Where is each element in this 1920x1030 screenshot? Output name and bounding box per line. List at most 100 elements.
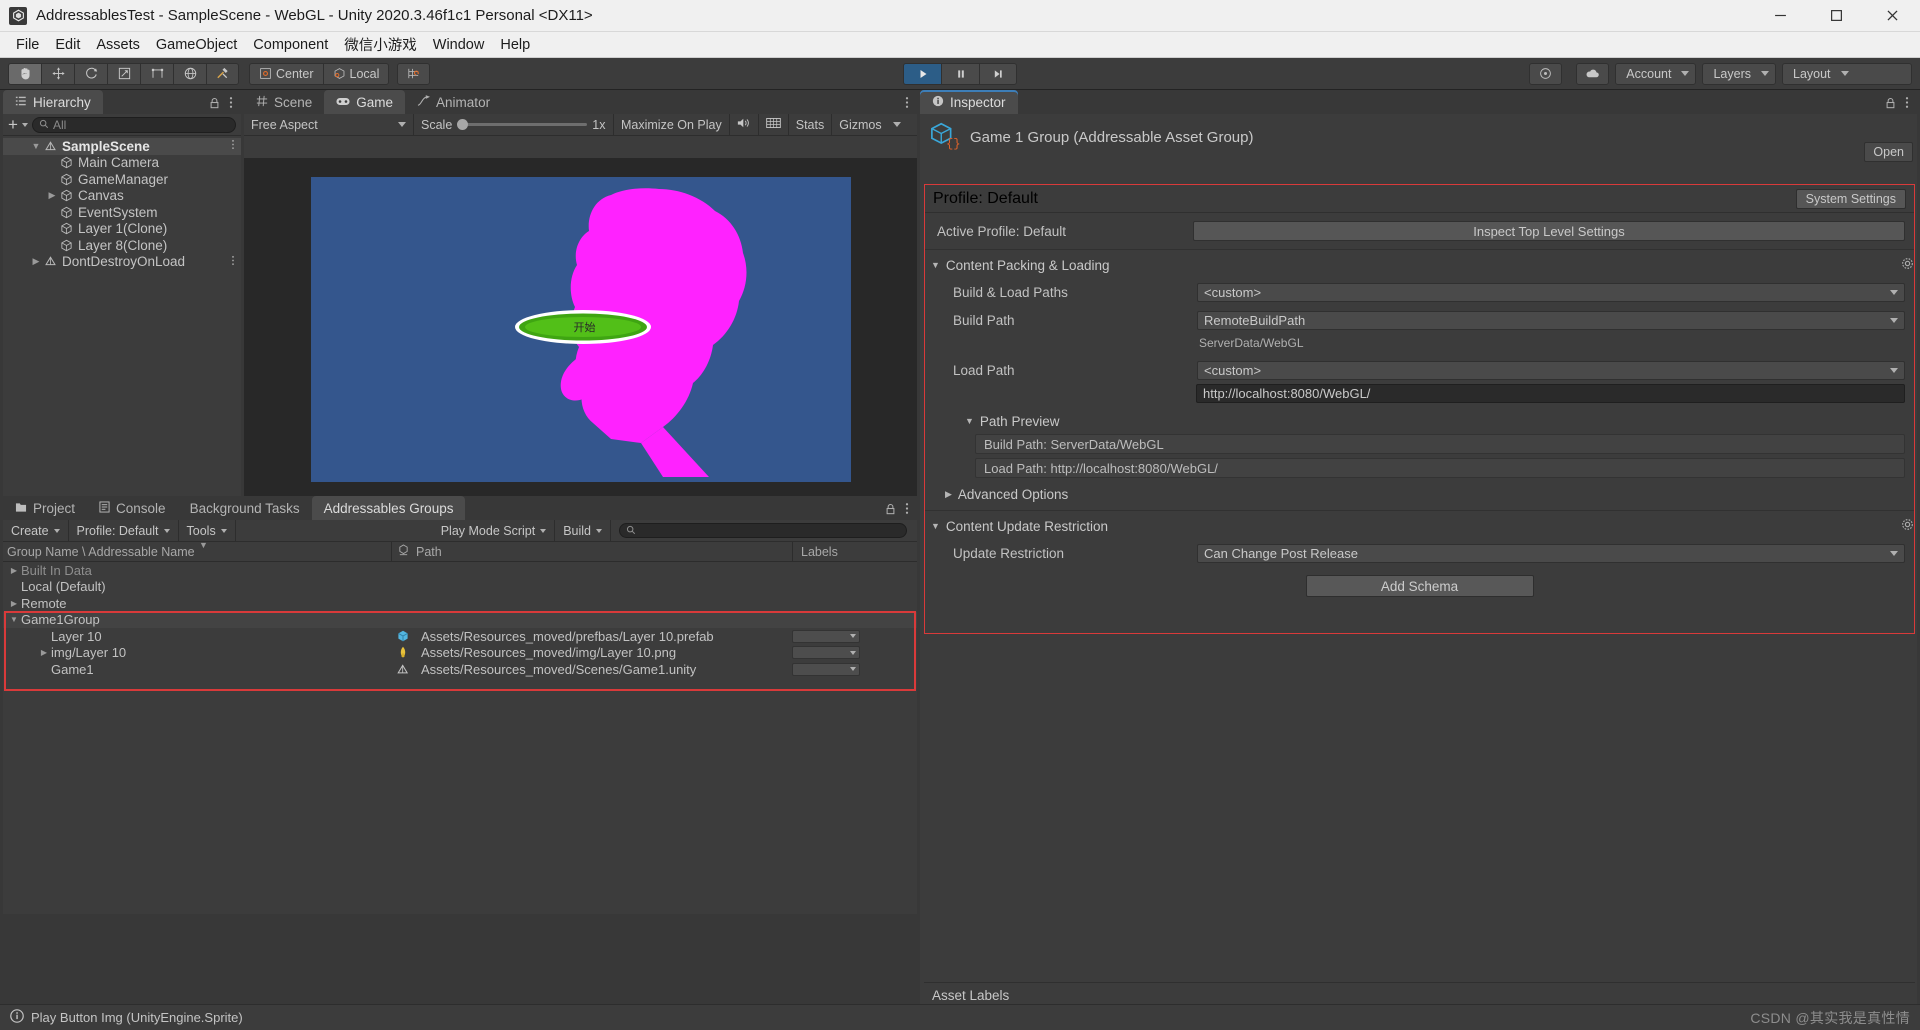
tools-dropdown[interactable]: Tools [179, 519, 236, 542]
minimize-button[interactable] [1752, 0, 1808, 32]
rotate-tool-button[interactable] [74, 62, 107, 85]
play-mode-script-dropdown[interactable]: Play Mode Script [433, 519, 556, 542]
path-preview-foldout[interactable]: ▼ Path Preview [925, 408, 1914, 434]
chevron-right-icon[interactable]: ▶ [7, 599, 21, 608]
tab-scene[interactable]: Scene [244, 90, 324, 114]
gear-icon[interactable] [1901, 518, 1914, 534]
maximize-on-play-toggle[interactable]: Maximize On Play [614, 113, 730, 136]
close-button[interactable] [1864, 0, 1920, 32]
pause-button[interactable] [941, 62, 979, 85]
chevron-right-icon[interactable]: ▶ [7, 566, 21, 575]
menu-wechat-minigame[interactable]: 微信小游戏 [336, 32, 425, 57]
pivot-mode-button[interactable]: Center [249, 62, 323, 85]
lock-icon[interactable] [1885, 96, 1896, 114]
menu-edit[interactable]: Edit [47, 35, 88, 55]
row-menu-icon[interactable] [231, 139, 235, 153]
load-path-sub-field[interactable]: http://localhost:8080/WebGL/ [1196, 384, 1905, 403]
maximize-button[interactable] [1808, 0, 1864, 32]
gear-icon[interactable] [1901, 257, 1914, 273]
column-labels[interactable]: Labels [793, 545, 917, 559]
menu-gameobject[interactable]: GameObject [148, 35, 245, 55]
system-settings-button[interactable]: System Settings [1795, 188, 1906, 209]
build-load-paths-dropdown[interactable]: <custom> [1197, 282, 1905, 302]
labels-dropdown[interactable] [792, 646, 860, 660]
hierarchy-tree[interactable]: ▼ SampleScene Main Camera GameManager ▶ Canva… [3, 136, 241, 270]
play-button[interactable] [903, 62, 941, 85]
tab-addressables-groups[interactable]: Addressables Groups [311, 496, 466, 520]
account-dropdown[interactable]: Account [1615, 62, 1697, 85]
panel-menu-icon[interactable] [905, 96, 909, 114]
layers-dropdown[interactable]: Layers [1702, 62, 1776, 85]
tab-animator[interactable]: Animator [405, 90, 502, 114]
update-restriction-dropdown[interactable]: Can Change Post Release [1197, 543, 1905, 563]
game-canvas[interactable]: 开始 [310, 176, 851, 482]
tab-console[interactable]: Console [87, 496, 178, 520]
addressables-entry-row[interactable]: ▶ img/Layer 10 Assets/Resources_moved/img/… [3, 645, 917, 662]
menu-window[interactable]: Window [425, 35, 493, 55]
panel-menu-icon[interactable] [229, 96, 233, 114]
chevron-right-icon[interactable]: ▶ [45, 190, 59, 201]
addressables-entry-row[interactable]: Game1 Assets/Resources_moved/Scenes/Game1… [3, 661, 917, 678]
row-menu-icon[interactable] [231, 255, 235, 269]
addressables-group-row[interactable]: ▼ Game1Group [3, 611, 917, 628]
slider-knob[interactable] [457, 119, 469, 130]
aspect-dropdown[interactable]: Free Aspect [244, 113, 414, 136]
inspect-top-level-settings-button[interactable]: Inspect Top Level Settings [1193, 221, 1905, 241]
content-update-restriction-foldout[interactable]: ▼ Content Update Restriction [925, 513, 1914, 539]
cell-labels[interactable] [792, 629, 872, 643]
profile-dropdown[interactable]: Profile: Default [69, 519, 179, 542]
chevron-down-icon[interactable] [21, 122, 28, 127]
hierarchy-item-dontdestroyonload[interactable]: ▶ DontDestroyOnLoad [3, 254, 241, 271]
step-button[interactable] [979, 62, 1017, 85]
hierarchy-search-input[interactable]: All [31, 116, 236, 133]
hierarchy-item-eventsystem[interactable]: EventSystem [3, 204, 241, 221]
layout-dropdown[interactable]: Layout [1782, 62, 1912, 85]
hand-tool-button[interactable] [8, 62, 41, 85]
custom-tool-button[interactable] [206, 62, 239, 85]
load-path-dropdown[interactable]: <custom> [1197, 360, 1905, 380]
scale-slider-group[interactable]: Scale 1x [414, 113, 614, 136]
game-stats-grid-button[interactable] [759, 113, 789, 136]
cell-labels[interactable] [792, 662, 872, 676]
menu-help[interactable]: Help [492, 35, 538, 55]
gizmos-dropdown[interactable] [889, 114, 908, 136]
tab-background-tasks[interactable]: Background Tasks [178, 496, 312, 520]
add-schema-button[interactable]: Add Schema [1305, 575, 1534, 597]
addressables-table[interactable]: ▶ Built In Data Local (Default) ▶ Remote ▼ Gam… [3, 562, 917, 678]
menu-component[interactable]: Component [245, 35, 336, 55]
addressables-group-row[interactable]: Local (Default) [3, 579, 917, 596]
chevron-right-icon[interactable]: ▶ [37, 648, 51, 657]
tab-inspector[interactable]: Inspector [920, 90, 1018, 114]
chevron-down-icon[interactable]: ▼ [7, 615, 21, 624]
column-path[interactable]: Path [392, 544, 792, 559]
hierarchy-item-canvas[interactable]: ▶ Canvas [3, 188, 241, 205]
collab-icon[interactable] [1529, 62, 1563, 85]
column-group-name[interactable]: Group Name \ Addressable Name ▼ [3, 540, 391, 559]
menu-assets[interactable]: Assets [88, 35, 148, 55]
tab-hierarchy[interactable]: Hierarchy [3, 90, 103, 114]
rect-tool-button[interactable] [140, 62, 173, 85]
build-path-dropdown[interactable]: RemoteBuildPath [1197, 310, 1905, 330]
pivot-rotation-button[interactable]: Local [322, 62, 390, 85]
lock-icon[interactable] [885, 502, 896, 520]
labels-dropdown[interactable] [792, 629, 860, 643]
hierarchy-item-layer-8-clone[interactable]: Layer 8(Clone) [3, 237, 241, 254]
hierarchy-item-samplescene[interactable]: ▼ SampleScene [3, 138, 241, 155]
snap-increment-button[interactable] [397, 62, 431, 85]
move-tool-button[interactable] [41, 62, 74, 85]
addressables-group-row[interactable]: ▶ Remote [3, 595, 917, 612]
panel-menu-icon[interactable] [1905, 96, 1909, 114]
hierarchy-item-layer-1-clone[interactable]: Layer 1(Clone) [3, 221, 241, 238]
advanced-options-foldout[interactable]: ▶ Advanced Options [925, 481, 1914, 507]
addressables-entry-row[interactable]: Layer 10 Assets/Resources_moved/prefbas/L… [3, 628, 917, 645]
build-dropdown[interactable]: Build [555, 519, 611, 542]
addressables-group-row[interactable]: ▶ Built In Data [3, 562, 917, 579]
hierarchy-item-gamemanager[interactable]: GameManager [3, 171, 241, 188]
scale-tool-button[interactable] [107, 62, 140, 85]
transform-tool-button[interactable] [173, 62, 206, 85]
create-gameobject-button[interactable]: + [8, 116, 18, 133]
gizmos-button[interactable]: Gizmos [832, 114, 888, 136]
mute-audio-button[interactable] [730, 113, 759, 136]
hierarchy-item-main-camera[interactable]: Main Camera [3, 155, 241, 172]
addressables-search-input[interactable] [619, 523, 907, 538]
